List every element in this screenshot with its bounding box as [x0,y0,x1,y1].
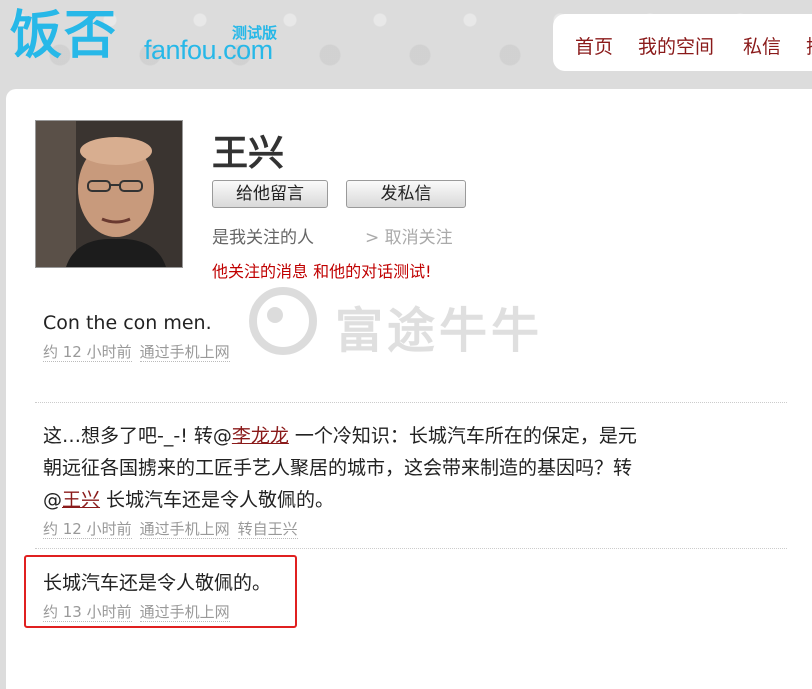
status-text: Con the con men. [43,312,212,334]
unfollow-link[interactable]: > 取消关注 [365,223,453,248]
status-text-part: @ [43,489,62,511]
nav-item-messages[interactable]: 私信 [743,32,781,59]
status-meta: 约 12 小时前 通过手机上网 [43,341,763,362]
logo-beta-badge: 测试版 [232,24,278,42]
status-via: 通过手机上网 [139,343,230,362]
mention-link[interactable]: 王兴 [62,489,100,511]
status-text-part: 朝远征各国掳来的工匠手艺人聚居的城市，这会带来制造的基因吗？转 [43,457,633,479]
nav-item-my-space[interactable]: 我的空间 [638,32,714,59]
follow-status: 是我关注的人 [212,228,314,248]
status-item: 这…想多了吧-_-! 转@李龙龙 一个冷知识：长城汽车所在的保定，是元 朝远征各… [43,420,763,539]
status-item: Con the con men. 约 12 小时前 通过手机上网 [43,307,763,362]
status-repost[interactable]: 转自王兴 [237,520,298,539]
status-text-part: 一个冷知识：长城汽车所在的保定，是元 [288,425,637,447]
status-time[interactable]: 约 12 小时前 [43,343,132,362]
mention-link[interactable]: 李龙龙 [232,425,289,447]
avatar[interactable] [35,120,183,268]
avatar-photo [36,121,182,267]
status-time[interactable]: 约 12 小时前 [43,520,132,539]
status-text: 这…想多了吧-_-! 转@李龙龙 一个冷知识：长城汽车所在的保定，是元 朝远征各… [43,420,763,516]
nav-item-home[interactable]: 首页 [575,32,613,59]
status-via: 通过手机上网 [139,520,230,539]
send-dm-button[interactable]: 发私信 [346,180,466,208]
status-text-part: 长城汽车还是令人敬佩的。 [100,489,335,511]
profile-subtitle: 他关注的消息 和他的对话测试! [212,262,432,281]
divider [35,548,787,549]
top-nav: 首页 我的空间 私信 搜 [553,14,812,71]
nav-item-search[interactable]: 搜 [806,32,812,59]
divider [35,402,787,403]
status-meta: 约 12 小时前 通过手机上网 转自王兴 [43,518,763,539]
highlight-box [24,555,297,628]
profile-name: 王兴 [212,133,285,174]
leave-message-button[interactable]: 给他留言 [212,180,328,208]
logo-cn[interactable]: 饭否 [10,6,118,66]
status-text-part: 这…想多了吧-_-! 转@ [43,425,232,447]
